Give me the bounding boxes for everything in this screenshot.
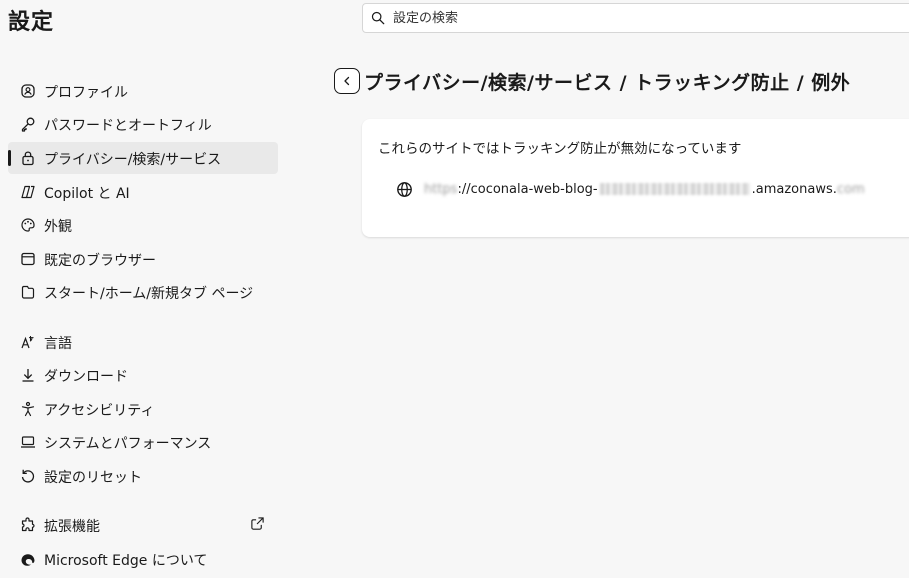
sidebar-item-downloads[interactable]: ダウンロード bbox=[8, 359, 278, 391]
sidebar-item-label: スタート/ホーム/新規タブ ページ bbox=[44, 286, 254, 302]
site-url-middle: ://coconala-web-blog- bbox=[457, 181, 598, 197]
lock-icon bbox=[20, 150, 36, 166]
laptop-icon bbox=[20, 434, 36, 450]
reset-icon bbox=[20, 468, 36, 484]
sidebar-item-label: 外観 bbox=[44, 219, 72, 235]
page-header: プライバシー/検索/サービス / トラッキング防止 / 例外 bbox=[334, 66, 850, 96]
redacted-segment bbox=[599, 183, 750, 195]
sidebar-item-copilot[interactable]: Copilot と AI bbox=[8, 176, 278, 208]
sidebar: プロファイル パスワードとオートフィル プライバシー/検索/サービス Copil… bbox=[0, 0, 290, 578]
sidebar-item-extensions[interactable]: 拡張機能 bbox=[8, 509, 278, 541]
sidebar-item-label: Microsoft Edge について bbox=[44, 553, 208, 569]
search-box[interactable] bbox=[362, 3, 909, 33]
sidebar-item-label: システムとパフォーマンス bbox=[44, 436, 212, 452]
sidebar-item-accessibility[interactable]: アクセシビリティ bbox=[8, 393, 278, 425]
search-input[interactable] bbox=[391, 9, 875, 27]
sidebar-item-passwords[interactable]: パスワードとオートフィル bbox=[8, 108, 278, 140]
sidebar-item-label: 既定のブラウザー bbox=[44, 253, 156, 269]
back-button[interactable] bbox=[334, 68, 360, 94]
globe-icon bbox=[397, 181, 412, 197]
site-url-domain: .amazonaws. bbox=[751, 181, 837, 197]
home-tab-icon bbox=[20, 284, 36, 300]
site-url-tld: com bbox=[836, 181, 865, 197]
sidebar-item-profile[interactable]: プロファイル bbox=[8, 75, 278, 107]
sidebar-item-privacy[interactable]: プライバシー/検索/サービス bbox=[8, 142, 278, 174]
sidebar-item-language[interactable]: 言語 bbox=[8, 326, 278, 358]
site-list-item[interactable]: https://coconala-web-blog- .amazonaws.com bbox=[396, 179, 865, 199]
profile-icon bbox=[20, 83, 36, 99]
sidebar-item-label: パスワードとオートフィル bbox=[44, 118, 212, 134]
sidebar-item-label: ダウンロード bbox=[44, 369, 128, 385]
sidebar-item-label: プロファイル bbox=[44, 85, 128, 101]
sidebar-item-label: 言語 bbox=[44, 336, 72, 352]
exceptions-card: これらのサイトではトラッキング防止が無効になっています https://coco… bbox=[362, 119, 909, 237]
site-url: https://coconala-web-blog- .amazonaws.com bbox=[424, 182, 865, 197]
browser-icon bbox=[20, 251, 36, 267]
search-icon bbox=[371, 11, 385, 25]
page-title: プライバシー/検索/サービス / トラッキング防止 / 例外 bbox=[364, 71, 851, 94]
copilot-icon bbox=[20, 184, 36, 200]
sidebar-item-label: 拡張機能 bbox=[44, 519, 100, 535]
sidebar-item-start-home[interactable]: スタート/ホーム/新規タブ ページ bbox=[8, 276, 278, 308]
accessibility-icon bbox=[20, 401, 36, 417]
extension-icon bbox=[20, 517, 36, 533]
sidebar-item-label: アクセシビリティ bbox=[44, 403, 155, 419]
chevron-left-icon bbox=[344, 76, 350, 86]
external-link-icon[interactable] bbox=[250, 516, 265, 531]
download-icon bbox=[20, 367, 36, 383]
sidebar-item-default-browser[interactable]: 既定のブラウザー bbox=[8, 243, 278, 275]
edge-logo-icon bbox=[20, 551, 36, 567]
sidebar-item-about[interactable]: Microsoft Edge について bbox=[8, 543, 278, 575]
key-icon bbox=[20, 116, 36, 132]
sidebar-item-label: 設定のリセット bbox=[44, 470, 142, 486]
sidebar-item-system[interactable]: システムとパフォーマンス bbox=[8, 426, 278, 458]
sidebar-item-reset[interactable]: 設定のリセット bbox=[8, 460, 278, 492]
language-icon bbox=[20, 334, 36, 350]
card-description: これらのサイトではトラッキング防止が無効になっています bbox=[378, 141, 742, 157]
active-indicator bbox=[8, 150, 11, 166]
sidebar-item-appearance[interactable]: 外観 bbox=[8, 209, 278, 241]
palette-icon bbox=[20, 217, 36, 233]
sidebar-item-label: プライバシー/検索/サービス bbox=[44, 152, 222, 168]
site-url-protocol: https bbox=[424, 181, 458, 197]
sidebar-item-label: Copilot と AI bbox=[44, 186, 130, 202]
